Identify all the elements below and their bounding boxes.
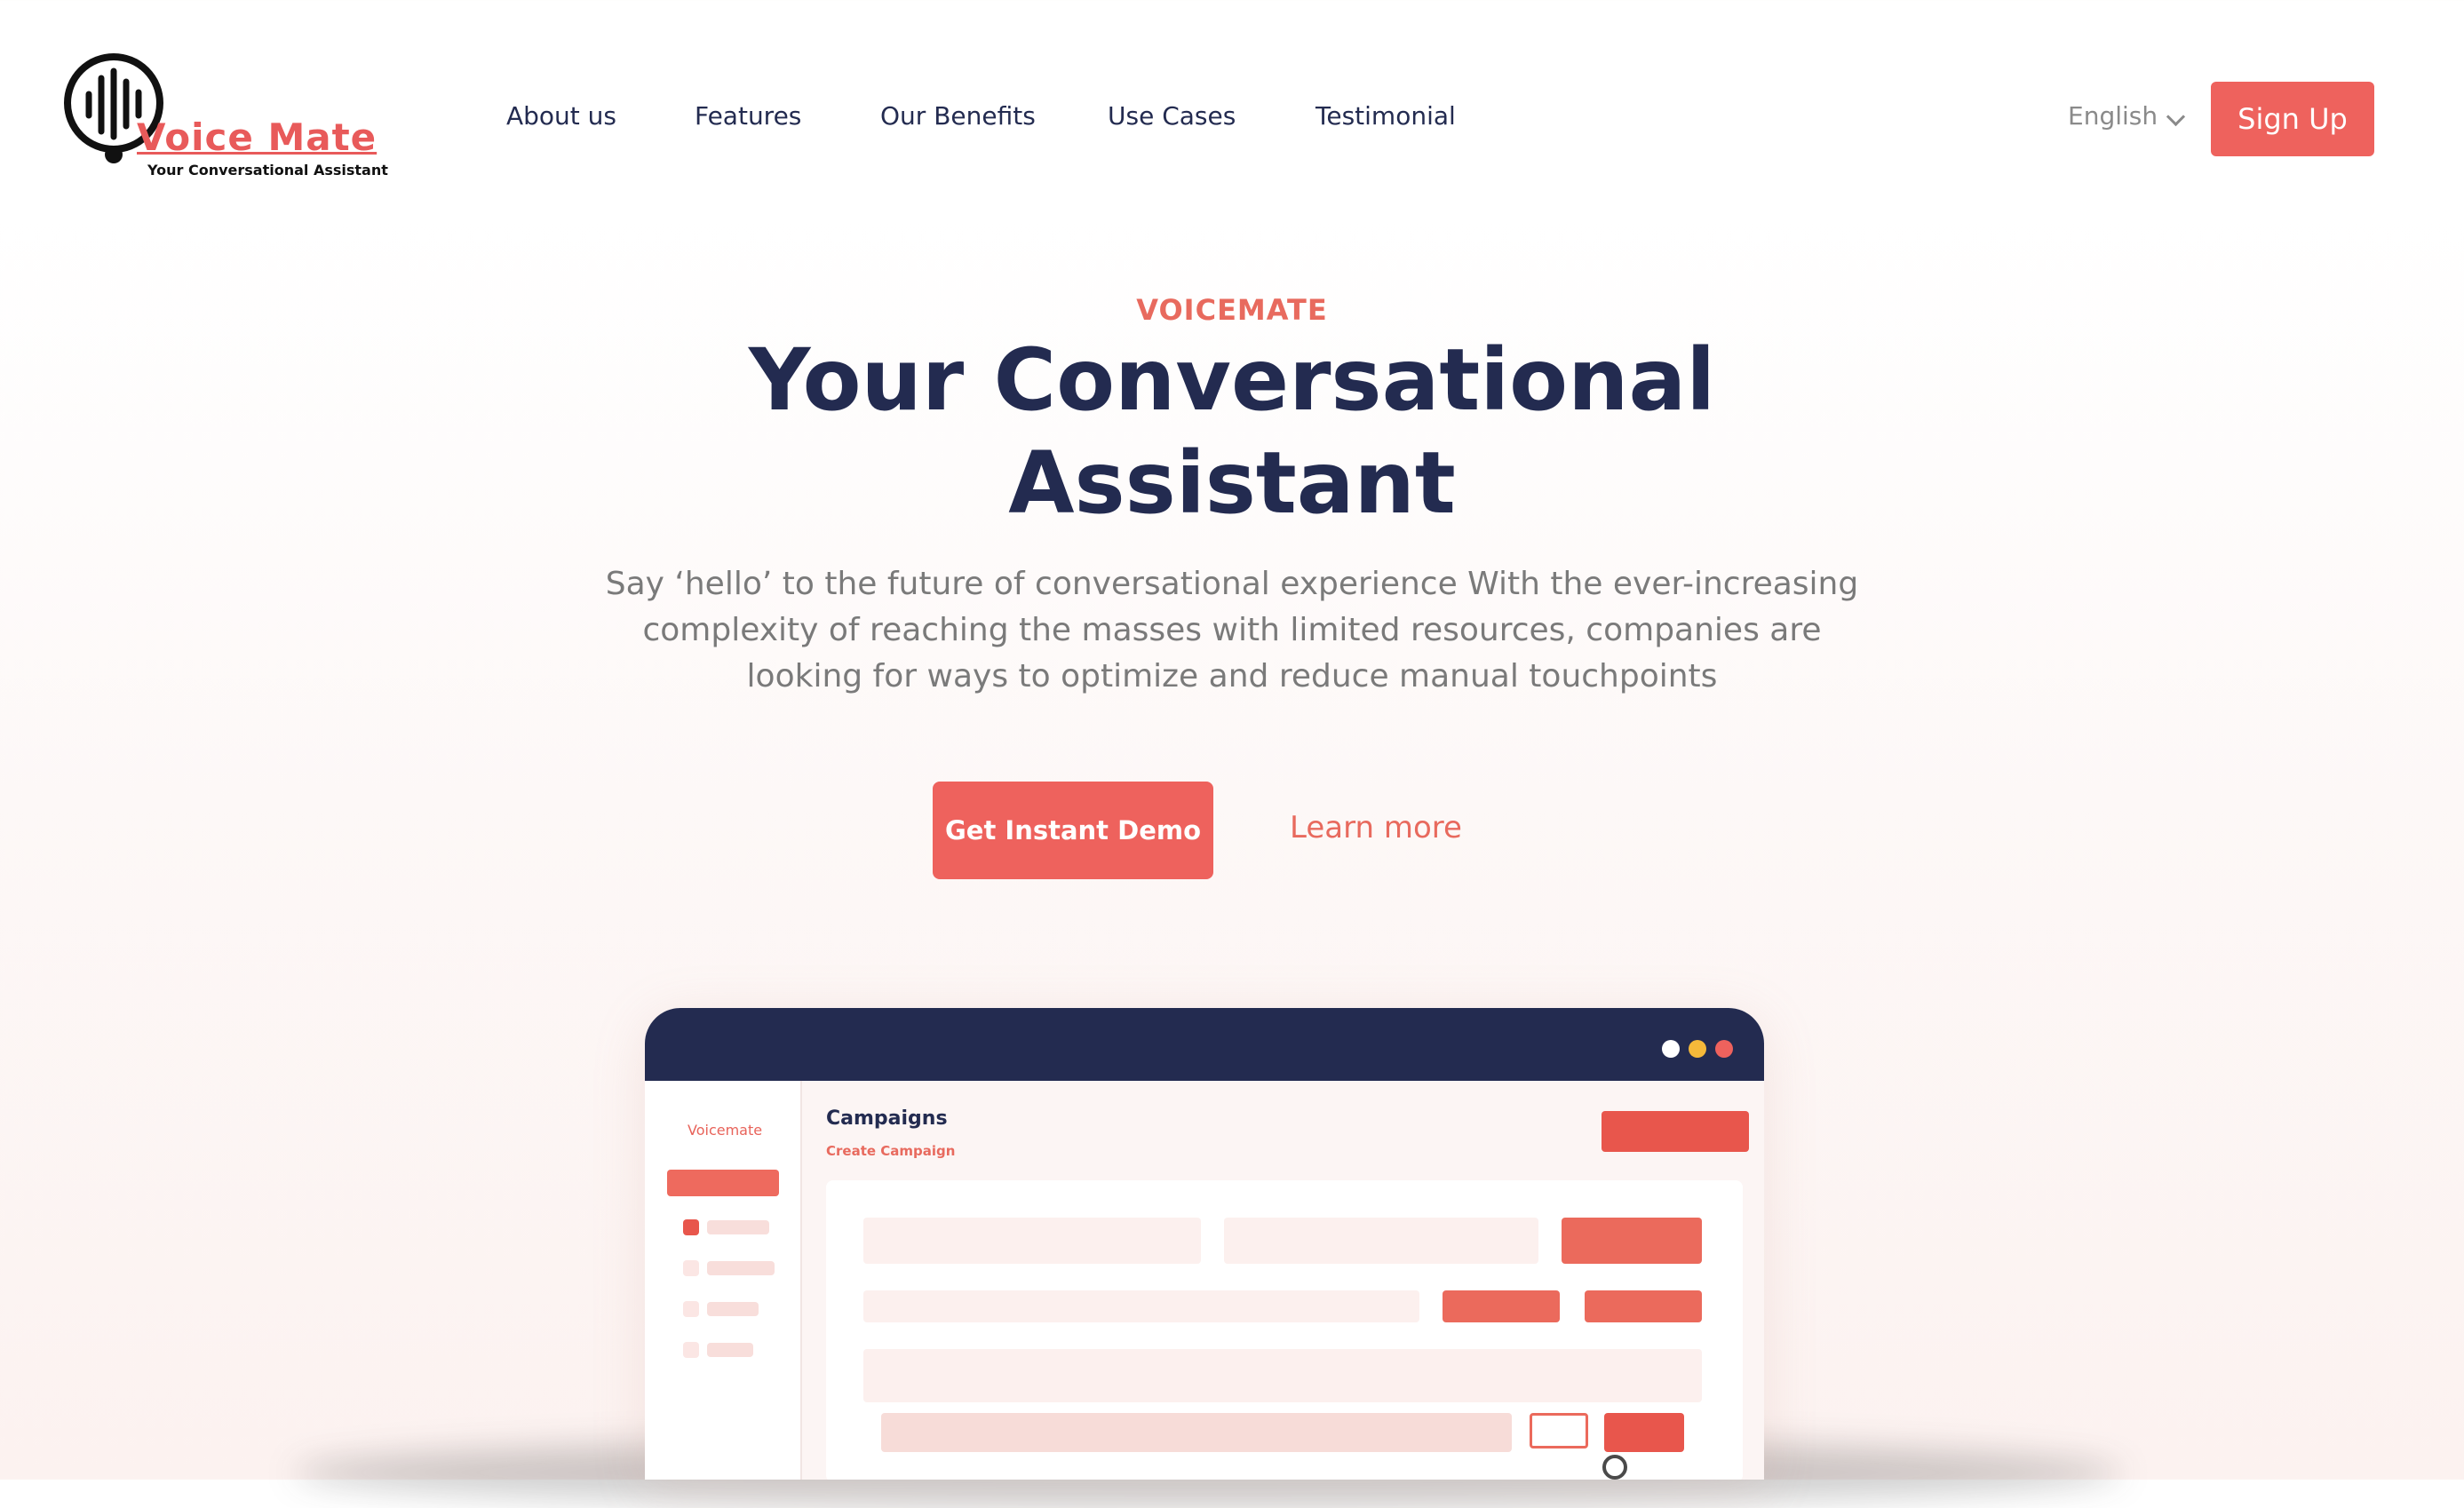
nav-testimonial[interactable]: Testimonial [1315,101,1456,131]
mockup-field [1224,1218,1538,1264]
mockup-brand: Voicemate [688,1122,763,1139]
mockup-card [826,1180,1743,1480]
hero-subtitle-line-3: looking for ways to optimize and reduce … [746,658,1718,694]
nav-features[interactable]: Features [695,101,801,131]
mockup-title-bar [645,1008,1764,1081]
mockup-row [863,1349,1702,1402]
mockup-sidebar-item [707,1261,775,1275]
mockup-action [1604,1413,1684,1452]
mockup-sidebar-bullet [683,1219,699,1235]
mockup-subtitle: Create Campaign [826,1143,956,1159]
language-selector[interactable]: English [2068,101,2158,131]
brand-name: Voice Mate [137,115,378,159]
hero-subtitle-line-1: Say ‘hello’ to the future of conversatio… [605,566,1859,602]
mockup-sidebar-item [707,1220,769,1234]
mockup-main: Campaigns Create Campaign [802,1081,1764,1480]
mockup-field [863,1218,1201,1264]
hero-title: Your Conversational Assistant [0,329,2464,535]
brand-logo[interactable]: Voice Mate Your Conversational Assistant [62,52,388,185]
hero-title-line-2: Assistant [1008,433,1456,533]
sign-up-button[interactable]: Sign Up [2211,82,2374,156]
app-mockup: Voicemate Campaigns Create Campaign [645,1008,1764,1480]
mockup-action [1443,1290,1560,1322]
brand-tagline: Your Conversational Assistant [147,162,388,179]
chevron-down-icon[interactable] [2166,107,2186,127]
mockup-outline-button [1530,1413,1588,1448]
mockup-title: Campaigns [826,1107,948,1130]
mockup-header-button [1602,1111,1749,1152]
mockup-sidebar-item [707,1302,759,1316]
mockup-sidebar-bullet [683,1342,699,1358]
hero-subtitle: Say ‘hello’ to the future of conversatio… [521,561,1943,700]
site-header: Voice Mate Your Conversational Assistant… [0,0,2464,204]
window-dot-red [1715,1040,1733,1058]
mockup-sidebar-item [707,1343,753,1357]
mockup-sidebar-bullet [683,1301,699,1317]
nav-our-benefits[interactable]: Our Benefits [880,101,1036,131]
get-instant-demo-button[interactable]: Get Instant Demo [933,782,1213,879]
mockup-field [863,1290,1419,1322]
hero-subtitle-line-2: complexity of reaching the masses with l… [642,612,1822,648]
learn-more-link[interactable]: Learn more [1290,810,1462,845]
mockup-sidebar: Voicemate [645,1081,802,1480]
mockup-row [881,1413,1512,1452]
window-dot-yellow [1689,1040,1706,1058]
mockup-action [1562,1218,1702,1264]
window-dot-white [1662,1040,1680,1058]
nav-use-cases[interactable]: Use Cases [1108,101,1236,131]
mockup-action [1585,1290,1702,1322]
cursor-ring-icon [1602,1455,1627,1480]
mockup-sidebar-button [667,1170,779,1196]
mockup-sidebar-bullet [683,1260,699,1276]
hero-title-line-1: Your Conversational [748,330,1716,430]
hero-eyebrow: VOICEMATE [1136,293,1328,327]
nav-about-us[interactable]: About us [506,101,616,131]
